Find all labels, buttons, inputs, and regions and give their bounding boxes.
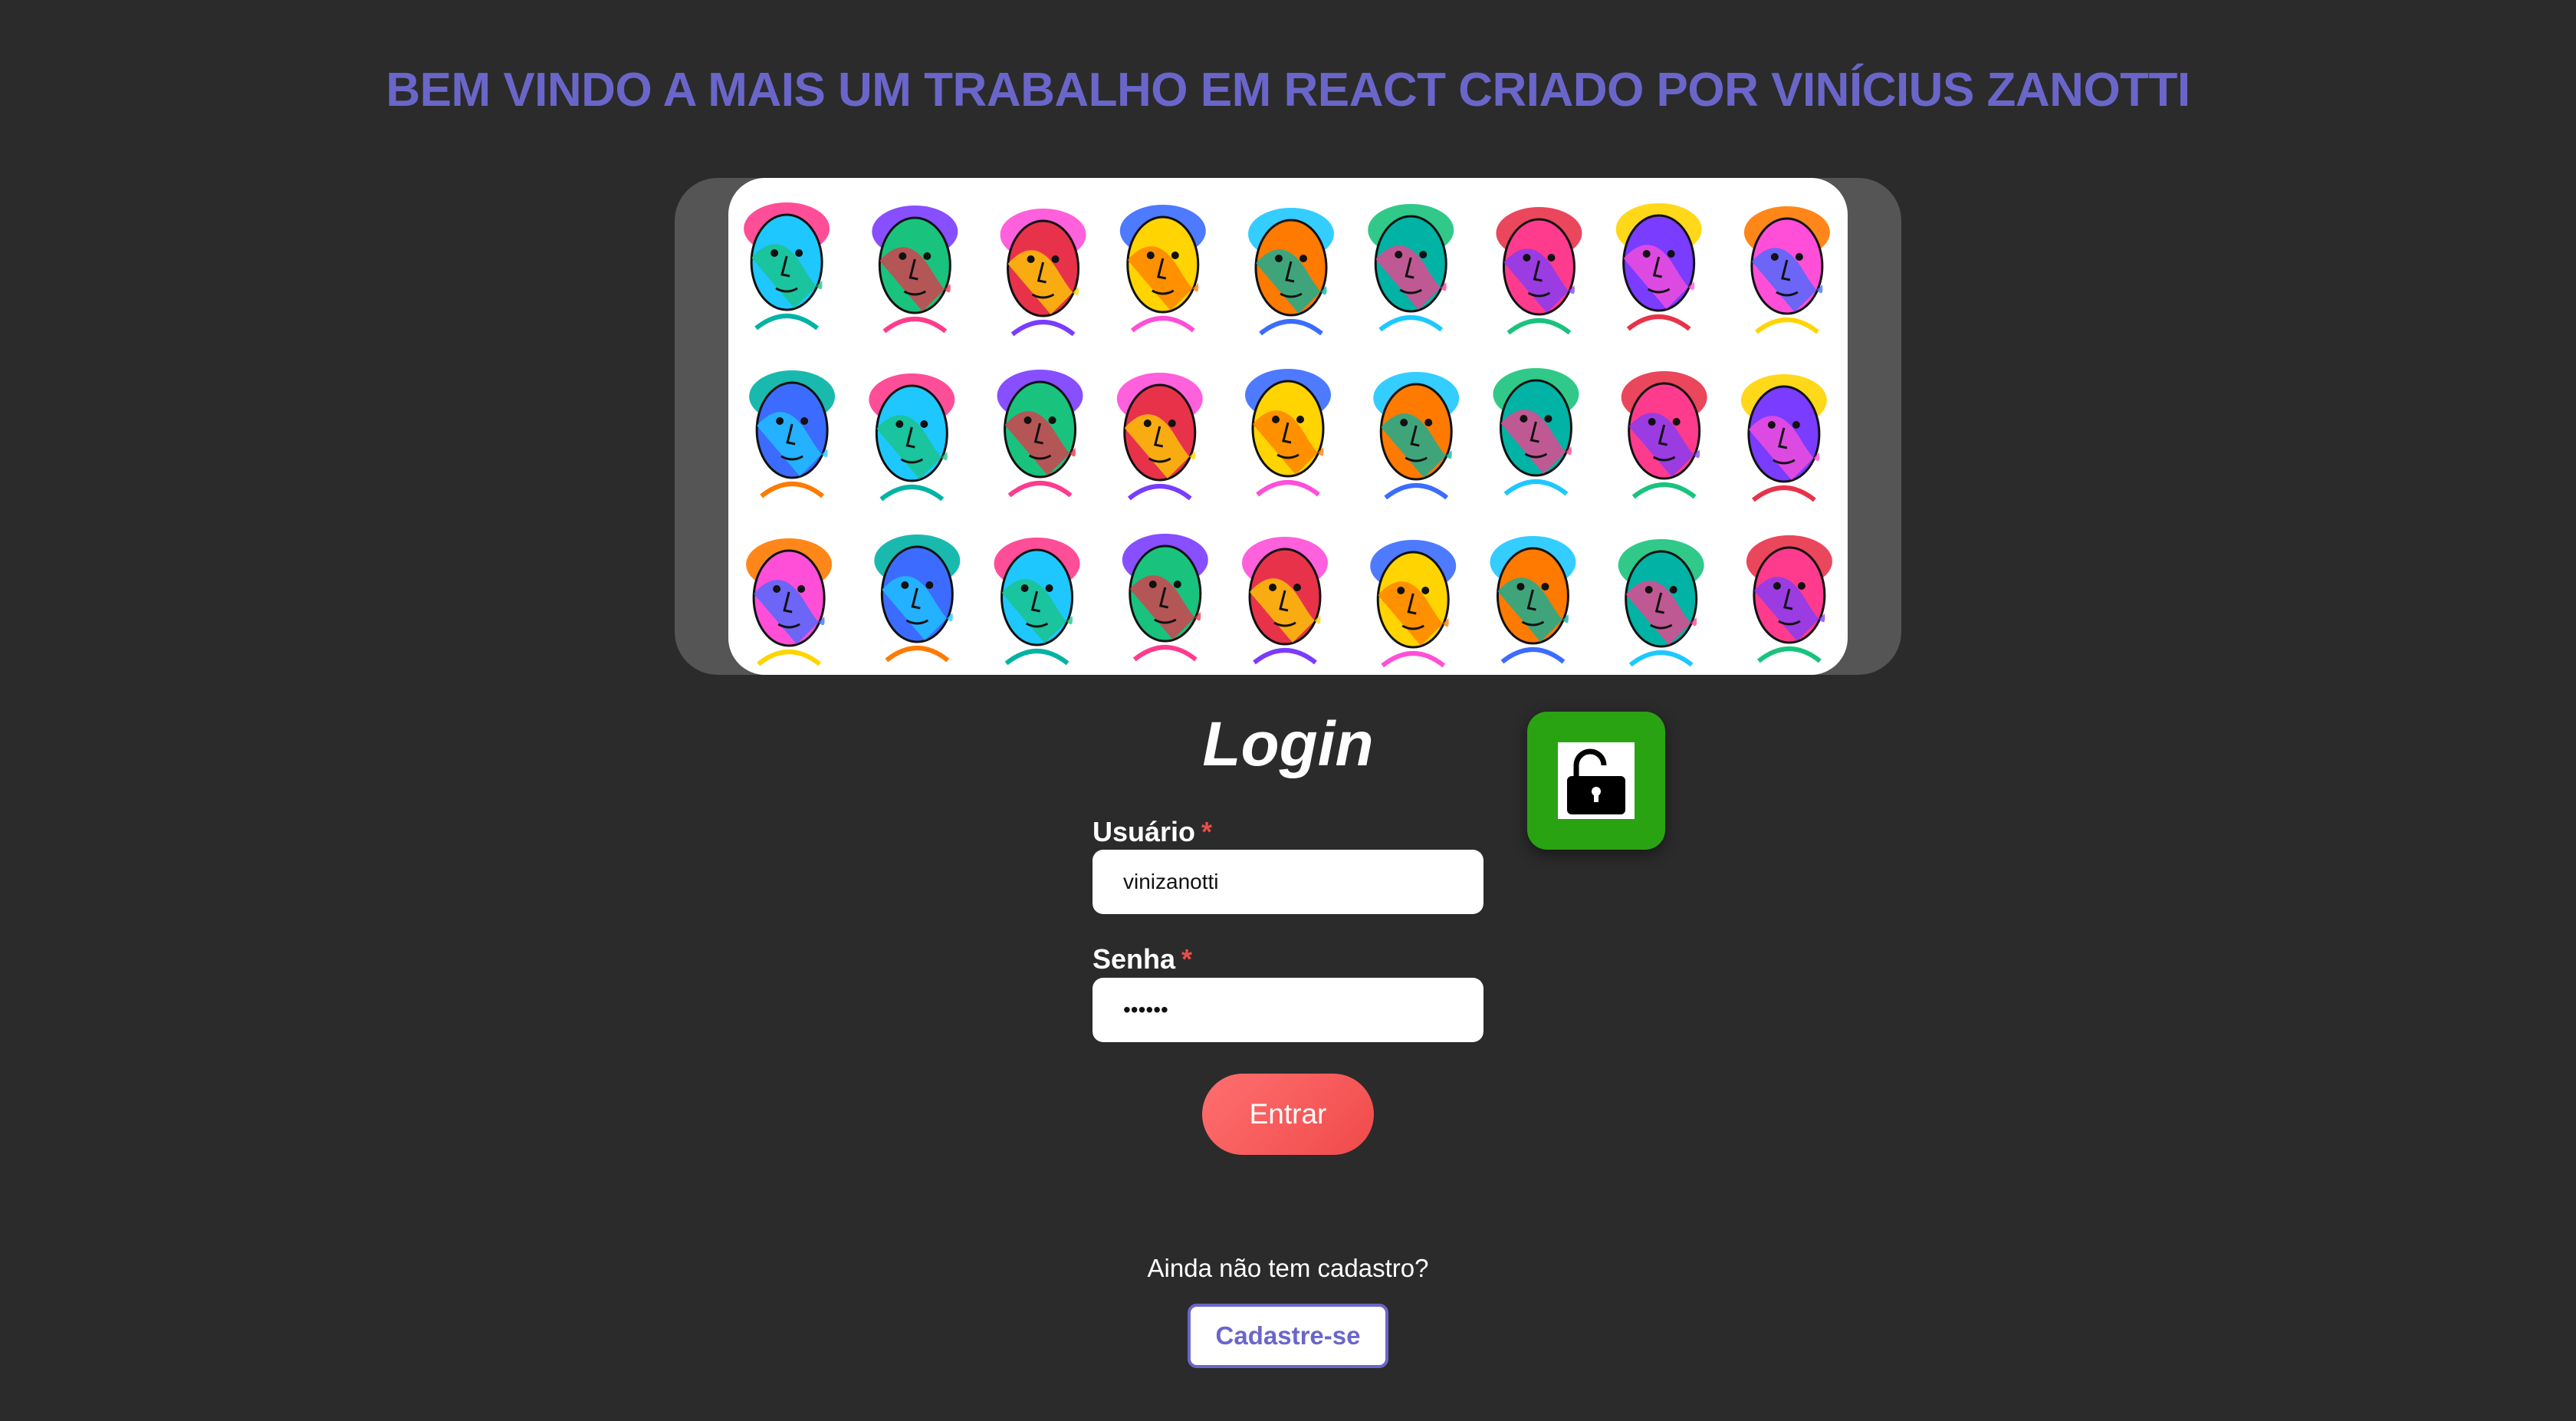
signup-button[interactable]: Cadastre-se (1188, 1304, 1388, 1368)
illustrated-face (1000, 209, 1086, 337)
username-label: Usuário * (1092, 816, 1212, 848)
signup-prompt: Ainda não tem cadastro? (1147, 1254, 1429, 1282)
illustrated-face (1618, 539, 1704, 667)
enter-button[interactable]: Entrar (1202, 1074, 1374, 1155)
unlocked-padlock-icon (1558, 742, 1635, 819)
illustrated-face (1490, 536, 1576, 664)
login-title: Login (1202, 709, 1374, 779)
login-page: BEM VINDO A MAIS UM TRABALHO EM REACT CR… (0, 0, 2576, 1421)
password-label-text: Senha (1092, 943, 1176, 975)
illustrated-face (1743, 206, 1830, 334)
illustrated-face (1122, 534, 1208, 662)
illustrated-face (749, 370, 836, 498)
illustrated-face (1370, 540, 1457, 668)
illustrated-face (1621, 371, 1707, 499)
lock-badge (1527, 712, 1665, 850)
banner-faces-illustration (728, 178, 1848, 675)
illustrated-face (1242, 537, 1328, 665)
illustrated-face (1746, 535, 1832, 663)
illustrated-face (1248, 208, 1334, 336)
illustrated-face (1615, 203, 1702, 331)
password-required-mark: * (1181, 943, 1193, 975)
username-required-mark: * (1201, 816, 1213, 847)
illustrated-face (1245, 369, 1331, 497)
password-input[interactable] (1092, 978, 1484, 1042)
illustrated-face (1368, 204, 1454, 332)
illustrated-face (744, 202, 830, 331)
illustrated-face (872, 206, 958, 334)
username-input[interactable] (1092, 850, 1484, 914)
page-headline: BEM VINDO A MAIS UM TRABALHO EM REACT CR… (386, 64, 2190, 117)
illustrated-face (874, 535, 961, 663)
illustrated-face (1496, 207, 1582, 335)
illustrated-face (869, 373, 955, 502)
illustrated-face (1373, 372, 1460, 500)
illustrated-face (1119, 205, 1206, 333)
illustrated-face (997, 370, 1083, 498)
password-label: Senha * (1092, 943, 1192, 975)
illustrated-face (1493, 368, 1579, 496)
username-label-text: Usuário (1092, 816, 1196, 847)
illustrated-face (1116, 373, 1203, 501)
illustrated-face (994, 538, 1080, 666)
illustrated-face (746, 538, 833, 666)
illustrated-face (1740, 374, 1827, 502)
